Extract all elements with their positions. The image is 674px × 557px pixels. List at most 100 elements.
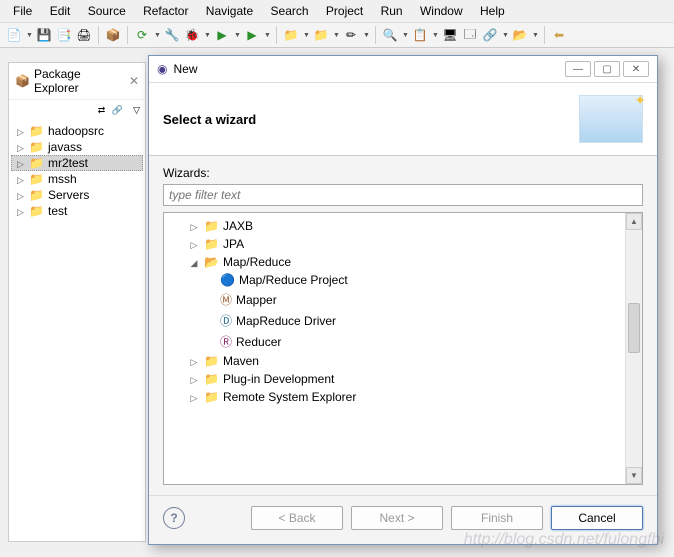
dropdown-arrow-icon[interactable]: ▼ (432, 32, 438, 39)
dropdown-arrow-icon[interactable]: ▼ (204, 32, 210, 39)
folder2-icon[interactable]: 📂 (512, 27, 528, 43)
wizard-label: JPA (223, 237, 244, 251)
menu-file[interactable]: File (6, 2, 39, 20)
expander-icon[interactable]: ▷ (17, 191, 26, 200)
wizard-item[interactable]: 🔵Map/Reduce Project (164, 271, 642, 289)
project-item-selected[interactable]: ▷ 📁 mr2test (11, 155, 143, 171)
project-item[interactable]: ▷ 📁 Servers (11, 187, 143, 203)
run-icon[interactable]: ▶ (214, 27, 230, 43)
finish-button[interactable]: Finish (451, 506, 543, 530)
dropdown-arrow-icon[interactable]: ▼ (502, 32, 508, 39)
back-button[interactable]: < Back (251, 506, 343, 530)
dropdown-arrow-icon[interactable]: ▼ (303, 32, 309, 39)
wizard-item[interactable]: ⓂMapper (164, 289, 642, 310)
wizard-header: Select a wizard (149, 83, 657, 156)
close-icon[interactable]: ✕ (129, 74, 139, 88)
menu-refactor[interactable]: Refactor (136, 2, 195, 20)
mr-project-icon: 🔵 (220, 273, 235, 287)
wizard-category[interactable]: ▷📁Maven (164, 352, 642, 370)
wizard-label: Reducer (236, 335, 281, 349)
menu-source[interactable]: Source (81, 2, 133, 20)
dropdown-arrow-icon[interactable]: ▼ (234, 32, 240, 39)
expander-collapse-icon[interactable]: ◢ (188, 258, 200, 267)
dropdown-arrow-icon[interactable]: ▼ (26, 32, 32, 39)
project-item[interactable]: ▷ 📁 test (11, 203, 143, 219)
dropdown-arrow-icon[interactable]: ▼ (402, 32, 408, 39)
close-button[interactable]: ✕ (623, 61, 649, 77)
menu-arrow-icon[interactable]: ▽ (128, 105, 140, 117)
project-item[interactable]: ▷ 📁 javass (11, 139, 143, 155)
menu-project[interactable]: Project (319, 2, 370, 20)
dropdown-arrow-icon[interactable]: ▼ (333, 32, 339, 39)
dropdown-arrow-icon[interactable]: ▼ (154, 32, 160, 39)
wizard-header-title: Select a wizard (163, 112, 256, 127)
project-label: mssh (48, 172, 77, 186)
new-class-icon[interactable]: 📁 (313, 27, 329, 43)
project-item[interactable]: ▷ 📁 hadoopsrc (11, 123, 143, 139)
collapse-icon[interactable]: ⇄ (93, 105, 105, 117)
explorer-header: 📦 Package Explorer ✕ (9, 63, 145, 100)
wizard-category[interactable]: ▷📁Plug-in Development (164, 370, 642, 388)
scroll-thumb[interactable] (628, 303, 640, 353)
expander-icon[interactable]: ▷ (188, 357, 200, 366)
server-icon[interactable]: 🖥 (442, 27, 458, 43)
save-icon[interactable]: 💾 (36, 27, 52, 43)
wizard-category[interactable]: ▷📁JPA (164, 235, 642, 253)
expander-icon[interactable]: ▷ (17, 143, 26, 152)
help-button[interactable]: ? (163, 507, 185, 529)
debug-icon[interactable]: 🐞 (184, 27, 200, 43)
dropdown-arrow-icon[interactable]: ▼ (264, 32, 270, 39)
expander-icon[interactable]: ▷ (188, 393, 200, 402)
wizard-tree[interactable]: ▷📁JAXB ▷📁JPA ◢📂Map/Reduce 🔵Map/Reduce Pr… (163, 212, 643, 485)
new-icon[interactable]: 📄 (6, 27, 22, 43)
expander-icon[interactable]: ▷ (188, 240, 200, 249)
minimize-button[interactable]: — (565, 61, 591, 77)
expander-icon[interactable]: ▷ (17, 159, 26, 168)
expander-icon[interactable]: ▷ (188, 375, 200, 384)
wizard-category-expanded[interactable]: ◢📂Map/Reduce (164, 253, 642, 271)
menu-help[interactable]: Help (473, 2, 512, 20)
tool-icon[interactable]: 🔧 (164, 27, 180, 43)
wizard-item[interactable]: ⒹMapReduce Driver (164, 310, 642, 331)
wand-icon[interactable]: ✏ (343, 27, 359, 43)
refresh-icon[interactable]: ⟳ (134, 27, 150, 43)
folder-icon: 📁 (204, 354, 219, 368)
menu-navigate[interactable]: Navigate (199, 2, 260, 20)
project-item[interactable]: ▷ 📁 mssh (11, 171, 143, 187)
scroll-up-icon[interactable]: ▲ (626, 213, 642, 230)
saveall-icon[interactable]: 📑 (56, 27, 72, 43)
back-icon[interactable]: ⬅ (551, 27, 567, 43)
link-icon[interactable]: 🔗 (482, 27, 498, 43)
nav-icon[interactable]: 🔍 (382, 27, 398, 43)
wizard-item[interactable]: ⓇReducer (164, 331, 642, 352)
new-package-icon[interactable]: 📁 (283, 27, 299, 43)
server2-icon[interactable]: 🗔 (462, 27, 478, 43)
expander-icon[interactable]: ▷ (188, 222, 200, 231)
menu-run[interactable]: Run (374, 2, 410, 20)
project-label: hadoopsrc (48, 124, 104, 138)
dropdown-arrow-icon[interactable]: ▼ (532, 32, 538, 39)
link-editor-icon[interactable]: 🔗 (111, 105, 123, 117)
build-icon[interactable]: 📦 (105, 27, 121, 43)
wizard-label: MapReduce Driver (236, 314, 336, 328)
menu-search[interactable]: Search (264, 2, 316, 20)
wizard-category[interactable]: ▷📁JAXB (164, 217, 642, 235)
filter-input[interactable] (163, 184, 643, 206)
wizard-category[interactable]: ▷📁Remote System Explorer (164, 388, 642, 406)
scroll-down-icon[interactable]: ▼ (626, 467, 642, 484)
menu-edit[interactable]: Edit (43, 2, 78, 20)
expander-icon[interactable]: ▷ (17, 175, 26, 184)
print-icon[interactable]: 🖨 (76, 27, 92, 43)
dialog-titlebar[interactable]: ◉ New — ▢ ✕ (149, 56, 657, 83)
next-button[interactable]: Next > (351, 506, 443, 530)
menu-window[interactable]: Window (413, 2, 470, 20)
dropdown-arrow-icon[interactable]: ▼ (363, 32, 369, 39)
maximize-button[interactable]: ▢ (594, 61, 620, 77)
expander-icon[interactable]: ▷ (17, 207, 26, 216)
cancel-button[interactable]: Cancel (551, 506, 643, 530)
run-ext-icon[interactable]: ▶ (244, 27, 260, 43)
scrollbar[interactable]: ▲ ▼ (625, 213, 642, 484)
expander-icon[interactable]: ▷ (17, 127, 26, 136)
nav2-icon[interactable]: 📋 (412, 27, 428, 43)
wizards-label: Wizards: (163, 166, 643, 180)
